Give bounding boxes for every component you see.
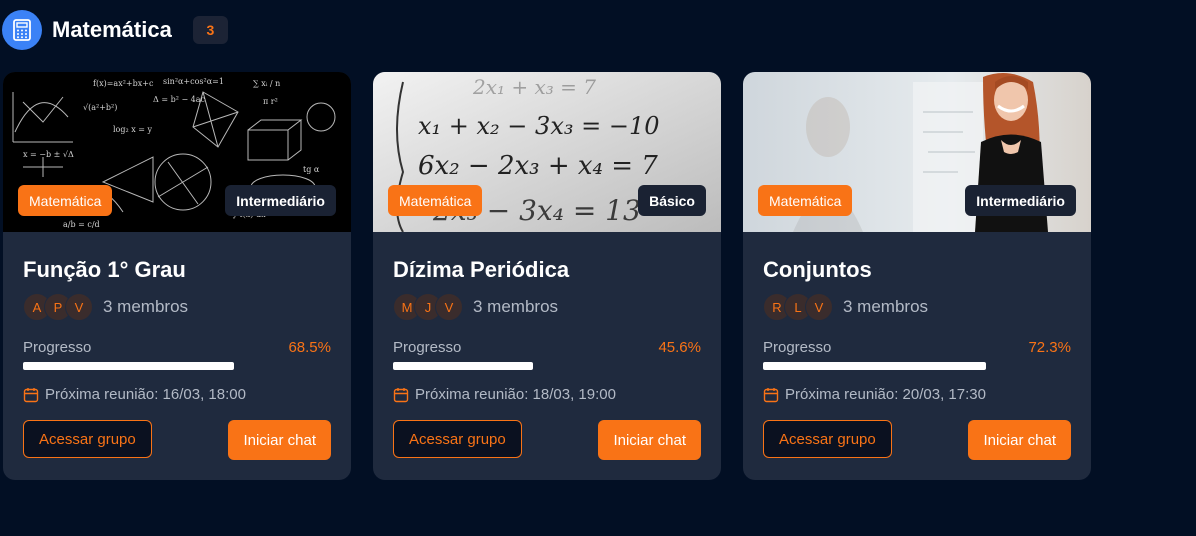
progress-bar (23, 362, 331, 370)
calendar-icon (763, 387, 779, 402)
member-avatars: A P V 3 membros (23, 293, 188, 321)
progress-bar (763, 362, 1071, 370)
svg-text:sin²α+cos²α=1: sin²α+cos²α=1 (163, 77, 224, 86)
member-avatars: R L V 3 membros (763, 293, 928, 321)
avatar: V (435, 293, 463, 321)
start-chat-button[interactable]: Iniciar chat (598, 420, 701, 460)
group-count-badge: 3 (192, 16, 228, 44)
svg-text:2x₁ + x₃ = 7: 2x₁ + x₃ = 7 (472, 75, 596, 99)
progress-fill (763, 362, 986, 370)
progress-fill (393, 362, 534, 370)
access-group-button[interactable]: Acessar grupo (393, 420, 522, 458)
group-card: f(x)=ax²+bx+c sin²α+cos²α=1 ∑ xᵢ / n √(a… (3, 72, 351, 480)
member-avatars: M J V 3 membros (393, 293, 558, 321)
subject-tag: Matemática (388, 185, 483, 216)
svg-text:Δ = b² − 4ac: Δ = b² − 4ac (153, 95, 206, 104)
progress-value: 45.6% (658, 339, 701, 356)
progress-fill (23, 362, 234, 370)
access-group-button[interactable]: Acessar grupo (23, 420, 152, 458)
avatar: V (805, 293, 833, 321)
svg-text:tg α: tg α (303, 165, 320, 174)
members-count: 3 membros (843, 297, 929, 316)
section-title: Matemática (52, 17, 172, 42)
svg-text:log₂ x = y: log₂ x = y (113, 125, 153, 134)
members-count: 3 membros (103, 297, 189, 316)
calendar-icon (393, 387, 409, 402)
calendar-icon (23, 387, 39, 402)
group-card: 2x₁ + x₃ = 7 x₁ + x₂ − 3x₃ = −10 6x₂ − 2… (373, 72, 721, 480)
next-meeting-text: Próxima reunião: 20/03, 17:30 (785, 386, 986, 403)
svg-text:a/b = c/d: a/b = c/d (63, 220, 100, 229)
svg-text:∑ xᵢ / n: ∑ xᵢ / n (253, 79, 280, 88)
progress-bar (393, 362, 701, 370)
group-title: Dízima Periódica (393, 257, 570, 282)
calculator-icon (2, 10, 42, 50)
svg-text:√(a²+b²): √(a²+b²) (83, 103, 117, 112)
start-chat-button[interactable]: Iniciar chat (968, 420, 1071, 460)
progress-value: 68.5% (288, 339, 331, 356)
next-meeting-text: Próxima reunião: 18/03, 19:00 (415, 386, 616, 403)
progress-label: Progresso (393, 339, 462, 356)
next-meeting: Próxima reunião: 16/03, 18:00 (23, 386, 246, 403)
svg-text:x = −b ± √Δ: x = −b ± √Δ (23, 150, 74, 159)
group-title: Função 1° Grau (23, 257, 186, 282)
next-meeting: Próxima reunião: 18/03, 19:00 (393, 386, 616, 403)
next-meeting-text: Próxima reunião: 16/03, 18:00 (45, 386, 246, 403)
level-tag: Básico (638, 185, 706, 216)
svg-text:6x₂ − 2x₃ + x₄ = 7: 6x₂ − 2x₃ + x₄ = 7 (418, 151, 658, 181)
subject-tag: Matemática (18, 185, 113, 216)
level-tag: Intermediário (965, 185, 1076, 216)
start-chat-button[interactable]: Iniciar chat (228, 420, 331, 460)
section-header: Matemática 3 (2, 10, 228, 50)
progress-label: Progresso (23, 339, 92, 356)
group-title: Conjuntos (763, 257, 872, 282)
level-tag: Intermediário (225, 185, 336, 216)
progress-value: 72.3% (1028, 339, 1071, 356)
progress-label: Progresso (763, 339, 832, 356)
svg-text:π r²: π r² (263, 97, 278, 106)
members-count: 3 membros (473, 297, 559, 316)
avatar: V (65, 293, 93, 321)
next-meeting: Próxima reunião: 20/03, 17:30 (763, 386, 986, 403)
access-group-button[interactable]: Acessar grupo (763, 420, 892, 458)
svg-text:f(x)=ax²+bx+c: f(x)=ax²+bx+c (93, 79, 154, 88)
svg-text:x₁ + x₂ − 3x₃ = −10: x₁ + x₂ − 3x₃ = −10 (418, 112, 660, 140)
group-card: Matemática Intermediário Conjuntos R L V… (743, 72, 1091, 480)
subject-tag: Matemática (758, 185, 853, 216)
